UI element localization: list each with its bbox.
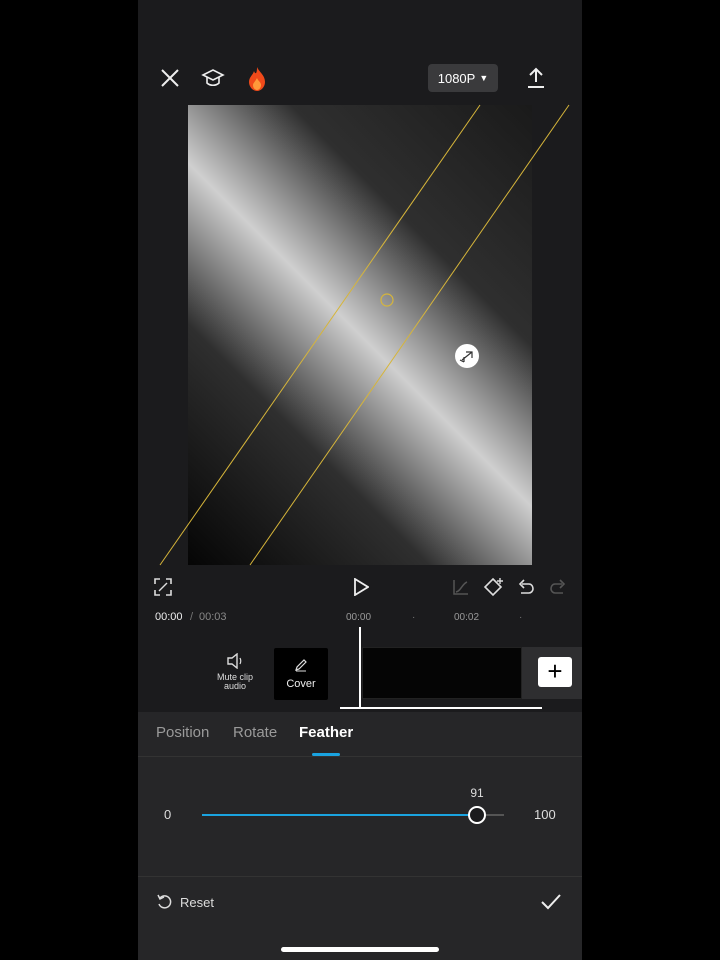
feather-panel: Position Rotate Feather 0 91 100 Reset	[138, 712, 582, 960]
speaker-icon	[227, 652, 242, 670]
total-time: 00:03	[199, 611, 227, 623]
playhead[interactable]	[359, 627, 361, 709]
plus-icon: +	[547, 656, 563, 686]
ruler-dot: ·	[519, 612, 523, 623]
cover-label: Cover	[286, 678, 316, 690]
reset-icon	[157, 894, 172, 909]
resolution-label: 1080P	[437, 70, 476, 86]
slider-value-label: 91	[470, 786, 484, 800]
timeline-track-area: Mute clip audio Cover +	[138, 627, 582, 710]
graduation-cap-icon[interactable]	[200, 66, 226, 92]
upload-icon[interactable]	[524, 66, 548, 90]
slider-max-label: 100	[534, 807, 556, 822]
ruler-mark: 00:00	[346, 612, 372, 623]
mute-clip-audio-button[interactable]: Mute clip audio	[212, 652, 258, 691]
undo-icon[interactable]	[515, 576, 537, 598]
curve-icon[interactable]	[450, 576, 472, 598]
video-clip[interactable]	[362, 647, 522, 699]
clip-bottom-bar	[340, 707, 542, 709]
fullscreen-icon[interactable]	[152, 576, 174, 598]
flame-icon[interactable]	[244, 65, 270, 93]
editor-screen: 1080P ▼ 00:00 / 00:03 00:00 · 00:02 · Mu…	[138, 0, 582, 960]
play-icon[interactable]	[349, 575, 373, 599]
current-time: 00:00	[155, 611, 183, 623]
ruler-mark: 00:02	[454, 612, 480, 623]
slider-min-label: 0	[164, 807, 172, 822]
mute-clip-audio-label: Mute clip audio	[216, 672, 253, 691]
resolution-button[interactable]: 1080P ▼	[428, 64, 498, 92]
video-preview[interactable]	[188, 105, 532, 565]
panel-footer: Reset	[138, 876, 582, 925]
tab-rotate[interactable]: Rotate	[233, 724, 277, 741]
tab-position[interactable]: Position	[156, 724, 209, 741]
feather-slider-row: 0 91 100	[138, 782, 582, 832]
mask-tabs: Position Rotate Feather	[138, 712, 582, 757]
checkmark-icon[interactable]	[539, 891, 563, 913]
reset-label: Reset	[180, 894, 214, 910]
time-bar: 00:00 / 00:03 00:00 · 00:02 ·	[138, 608, 582, 628]
time-separator: /	[190, 611, 194, 623]
ruler-dot: ·	[412, 612, 416, 623]
tab-feather[interactable]: Feather	[299, 724, 353, 741]
feather-slider-fill	[202, 814, 477, 816]
cover-button[interactable]: Cover	[274, 648, 328, 700]
caret-down-icon: ▼	[479, 73, 489, 83]
active-tab-indicator	[312, 753, 340, 756]
add-clip-button[interactable]: +	[538, 657, 572, 687]
redo-icon[interactable]	[547, 576, 569, 598]
feather-slider-track[interactable]	[202, 806, 504, 824]
reset-button[interactable]: Reset	[156, 893, 214, 911]
home-indicator	[281, 947, 439, 952]
close-icon[interactable]	[158, 66, 182, 90]
feather-slider-knob[interactable]	[468, 806, 486, 824]
pencil-icon	[295, 659, 307, 672]
keyframe-diamond-icon[interactable]	[482, 575, 506, 599]
